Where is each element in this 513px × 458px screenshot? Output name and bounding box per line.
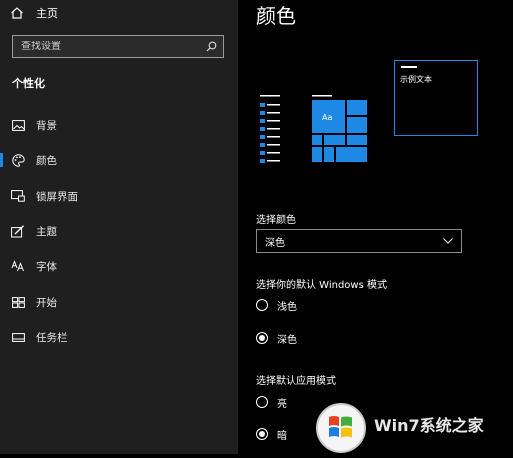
sidebar-item-label: 锁屏界面 [36, 190, 78, 203]
picture-icon [11, 118, 25, 132]
sidebar-item-lock-screen[interactable]: 锁屏界面 [0, 184, 238, 208]
settings-sidebar: 主页 个性化 背景 颜色 锁屏界面 主题 字体 [0, 0, 238, 454]
radio-circle[interactable] [256, 396, 268, 408]
sidebar-item-start[interactable]: 开始 [0, 290, 238, 314]
theme-preview-graphic: Aa [260, 95, 367, 163]
sidebar-item-label: 开始 [36, 296, 57, 309]
sample-text: 示例文本 [400, 75, 432, 84]
app-mode-label: 选择默认应用模式 [256, 376, 336, 387]
radio-label: 浅色 [277, 301, 297, 313]
choose-color-value: 深色 [265, 237, 285, 249]
sidebar-item-label: 主题 [36, 225, 57, 238]
home-link[interactable]: 主页 [10, 4, 58, 22]
taskbar-icon [11, 330, 25, 344]
section-title: 个性化 [12, 77, 45, 90]
theme-brush-icon [11, 224, 25, 238]
sidebar-item-label: 背景 [36, 119, 57, 132]
color-preview: Aa 示例文本 [256, 58, 486, 168]
app-mode-dark-radio[interactable]: 暗 [256, 426, 287, 442]
watermark-logo: Win7系统之家 [314, 397, 513, 454]
sidebar-item-label: 字体 [36, 260, 57, 273]
sidebar-item-label: 颜色 [36, 154, 57, 167]
lock-screen-icon [11, 189, 25, 203]
watermark-text: Win7系统之家 [374, 416, 485, 435]
sidebar-item-label: 任务栏 [36, 331, 68, 344]
home-label: 主页 [36, 7, 58, 20]
radio-circle[interactable] [256, 299, 268, 311]
app-mode-light-radio[interactable]: 亮 [256, 394, 287, 410]
chevron-down-icon [443, 236, 453, 247]
sample-text-box: 示例文本 [394, 60, 478, 136]
palette-icon [11, 153, 25, 167]
home-icon [10, 6, 28, 20]
radio-label: 深色 [277, 334, 297, 346]
font-icon [11, 259, 25, 273]
search-icon[interactable] [206, 37, 217, 56]
radio-label: 暗 [277, 430, 287, 442]
page-title: 颜色 [256, 4, 296, 28]
radio-circle-selected[interactable] [256, 428, 268, 440]
windows-mode-dark-radio[interactable]: 深色 [256, 330, 297, 346]
sidebar-item-colors[interactable]: 颜色 [0, 148, 238, 172]
choose-color-label: 选择颜色 [256, 215, 296, 226]
sidebar-item-taskbar[interactable]: 任务栏 [0, 325, 238, 349]
windows-mode-label: 选择你的默认 Windows 模式 [256, 280, 387, 291]
search-box[interactable] [12, 35, 224, 58]
sample-title-line [401, 66, 417, 68]
search-input[interactable] [21, 41, 201, 52]
start-tiles-icon [11, 295, 25, 309]
sidebar-item-background[interactable]: 背景 [0, 113, 238, 137]
sidebar-item-fonts[interactable]: 字体 [0, 254, 238, 278]
sidebar-item-themes[interactable]: 主题 [0, 219, 238, 243]
radio-label: 亮 [277, 398, 287, 410]
windows-mode-light-radio[interactable]: 浅色 [256, 297, 297, 313]
preview-tile-text: Aa [322, 113, 332, 122]
radio-circle-selected[interactable] [256, 332, 268, 344]
choose-color-dropdown[interactable]: 深色 [256, 229, 462, 253]
